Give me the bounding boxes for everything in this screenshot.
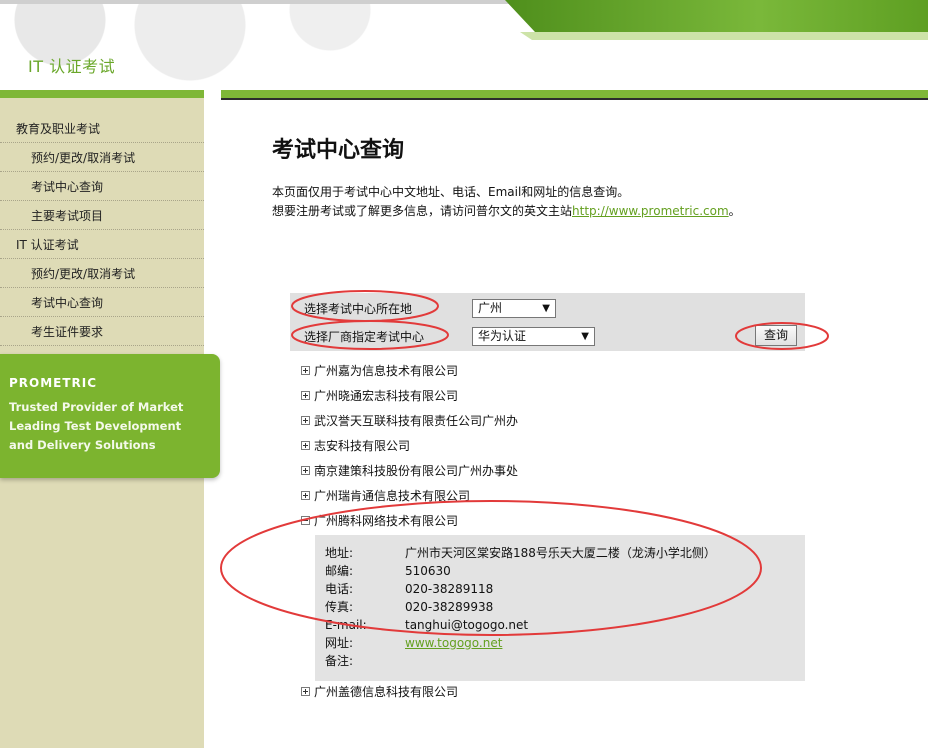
dropdown-arrow-icon: ▼ (581, 331, 589, 342)
center-name: 广州嘉为信息技术有限公司 (314, 364, 459, 378)
detail-postcode: 510630 (405, 564, 451, 578)
detail-fax-row: 传真: 020-38289938 (325, 600, 494, 614)
sidebar-top-bar (0, 90, 204, 98)
detail-postcode-row: 邮编: 510630 (325, 564, 451, 578)
location-label: 选择考试中心所在地 (304, 302, 413, 316)
center-name: 广州瑞肯通信息技术有限公司 (314, 489, 471, 503)
expand-plus-icon[interactable] (301, 687, 310, 696)
center-item[interactable]: 广州盖德信息科技有限公司 (301, 682, 458, 702)
detail-phone-row: 电话: 020-38289118 (325, 582, 494, 596)
dropdown-arrow-icon: ▼ (542, 303, 550, 314)
prometric-logo: PROMETRIC (9, 376, 98, 390)
center-item-expanded[interactable]: 广州腾科网络技术有限公司 (301, 511, 458, 531)
center-name: 广州盖德信息科技有限公司 (314, 685, 459, 699)
sidebar-item-it-center-lookup[interactable]: 考试中心查询 (0, 289, 204, 317)
detail-note-row: 备注: (325, 654, 354, 668)
center-name: 南京建策科技股份有限公司广州办事处 (314, 464, 519, 478)
site-header: IT 认证考试 (0, 0, 928, 96)
expand-plus-icon[interactable] (301, 491, 310, 500)
detail-website-link[interactable]: www.togogo.net (405, 636, 502, 650)
expand-plus-icon[interactable] (301, 441, 310, 450)
location-select-value: 广州 (478, 301, 503, 315)
expand-plus-icon[interactable] (301, 366, 310, 375)
intro-line-1: 本页面仅用于考试中心中文地址、电话、Email和网址的信息查询。 (272, 185, 630, 199)
detail-website-row: 网址: www.togogo.net (325, 636, 503, 650)
location-select[interactable]: 广州 ▼ (472, 299, 556, 318)
vendor-select[interactable]: 华为认证 ▼ (472, 327, 595, 346)
expand-plus-icon[interactable] (301, 391, 310, 400)
detail-address-row: 地址: 广州市天河区棠安路188号乐天大厦二楼（龙涛小学北侧） (325, 546, 716, 560)
page-title: 考试中心查询 (272, 137, 405, 163)
vendor-label: 选择厂商指定考试中心 (304, 330, 425, 344)
search-button[interactable]: 查询 (755, 325, 797, 346)
sidebar-item-it-certification[interactable]: IT 认证考试 (0, 231, 204, 259)
center-item[interactable]: 南京建策科技股份有限公司广州办事处 (301, 461, 518, 481)
sidebar-item-it-schedule-exam[interactable]: 预约/更改/取消考试 (0, 260, 204, 288)
detail-address: 广州市天河区棠安路188号乐天大厦二楼（龙涛小学北侧） (405, 546, 716, 560)
header-light-band (520, 32, 928, 40)
sidebar-item-main-programs[interactable]: 主要考试项目 (0, 202, 204, 230)
intro-line-2-suffix: 。 (728, 204, 741, 218)
center-name: 武汉誉天互联科技有限责任公司广州办 (314, 414, 519, 428)
prometric-site-link[interactable]: http://www.prometric.com (572, 204, 729, 218)
center-name: 广州腾科网络技术有限公司 (314, 514, 459, 528)
center-item[interactable]: 武汉誉天互联科技有限责任公司广州办 (301, 411, 518, 431)
content-top-rule (221, 98, 928, 100)
sidebar-item-id-requirements[interactable]: 考生证件要求 (0, 318, 204, 346)
intro-text: 本页面仅用于考试中心中文地址、电话、Email和网址的信息查询。 想要注册考试或… (272, 183, 741, 221)
content-top-bar (221, 90, 928, 98)
detail-fax: 020-38289938 (405, 600, 494, 614)
header-green-band (505, 0, 928, 32)
prometric-promo-box[interactable]: PROMETRIC Trusted Provider of Market Lea… (0, 354, 220, 478)
detail-phone: 020-38289118 (405, 582, 494, 596)
center-item[interactable]: 志安科技有限公司 (301, 436, 410, 456)
expand-plus-icon[interactable] (301, 416, 310, 425)
vendor-select-value: 华为认证 (478, 329, 527, 343)
center-item[interactable]: 广州晓通宏志科技有限公司 (301, 386, 458, 406)
intro-line-2-prefix: 想要注册考试或了解更多信息，请访问普尔文的英文主站 (272, 204, 573, 218)
collapse-minus-icon[interactable] (301, 516, 310, 525)
world-map-graphic (0, 0, 470, 92)
center-name: 志安科技有限公司 (314, 439, 411, 453)
center-name: 广州晓通宏志科技有限公司 (314, 389, 459, 403)
center-item[interactable]: 广州嘉为信息技术有限公司 (301, 361, 458, 381)
center-item[interactable]: 广州瑞肯通信息技术有限公司 (301, 486, 470, 506)
promo-tagline: Trusted Provider of Market Leading Test … (9, 400, 184, 452)
detail-email-row: E-mail: tanghui@togogo.net (325, 618, 529, 632)
sidebar-item-center-lookup[interactable]: 考试中心查询 (0, 173, 204, 201)
expand-plus-icon[interactable] (301, 466, 310, 475)
sidebar-item-education-exams[interactable]: 教育及职业考试 (0, 115, 204, 143)
detail-email: tanghui@togogo.net (405, 618, 529, 632)
site-section-title: IT 认证考试 (28, 57, 116, 76)
sidebar-item-schedule-exam[interactable]: 预约/更改/取消考试 (0, 144, 204, 172)
center-detail-panel: 地址: 广州市天河区棠安路188号乐天大厦二楼（龙涛小学北侧） 邮编: 510630… (315, 535, 805, 681)
